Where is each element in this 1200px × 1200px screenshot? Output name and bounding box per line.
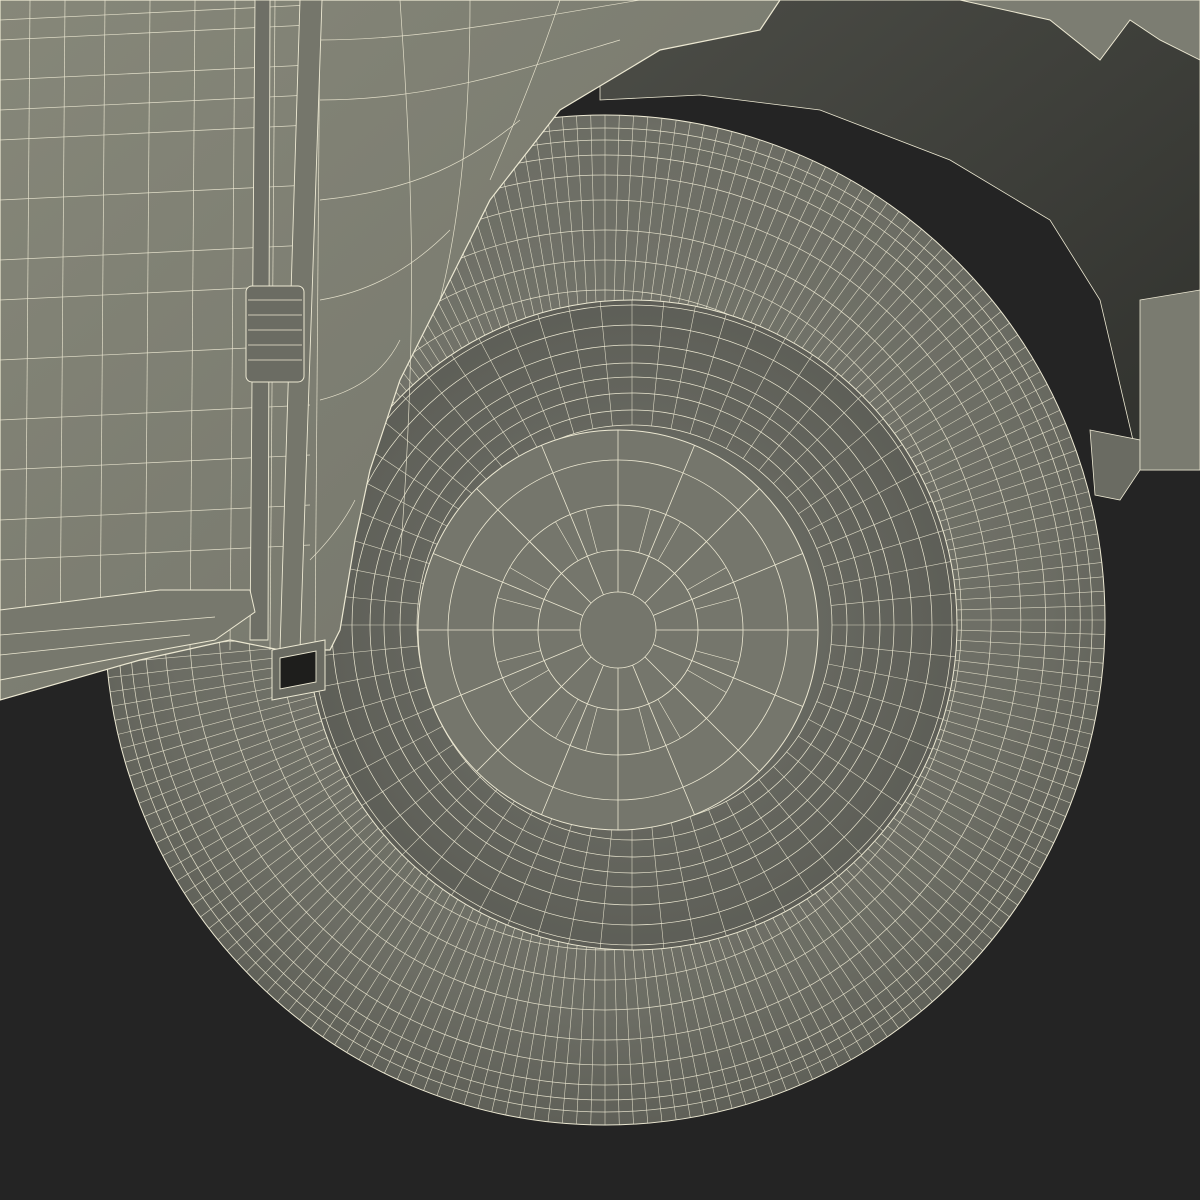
render-canvas — [0, 0, 1200, 1200]
rear-body-edge — [1139, 289, 1200, 471]
wireframe-render — [0, 0, 1200, 1200]
tube-hole — [279, 650, 317, 690]
wheel-hub — [417, 429, 819, 831]
door-hinge — [245, 285, 305, 383]
square-frame-tube — [271, 639, 326, 701]
